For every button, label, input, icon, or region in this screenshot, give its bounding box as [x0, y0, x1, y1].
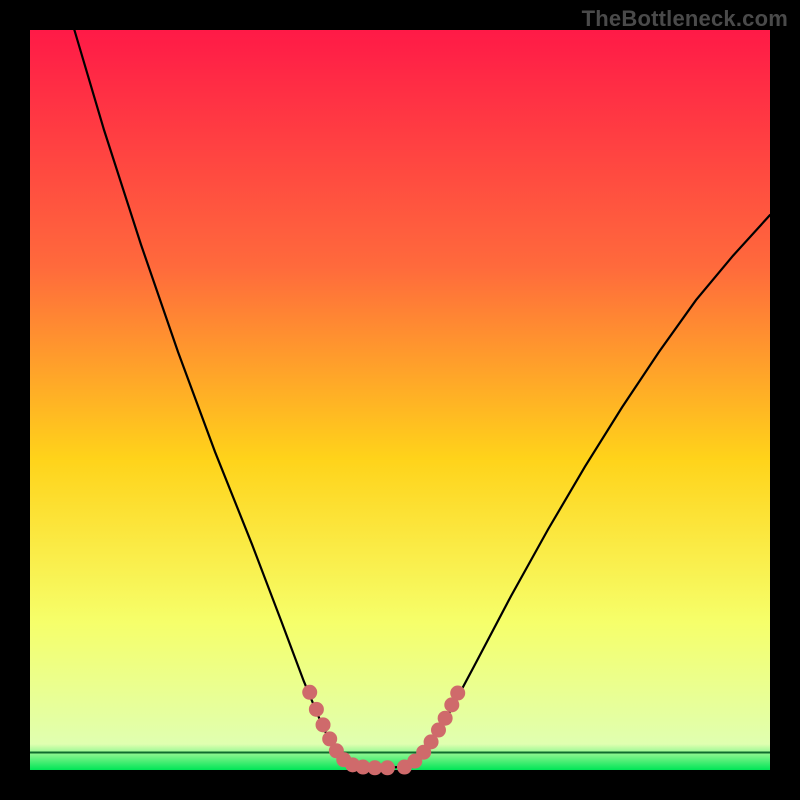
gradient-background	[30, 30, 770, 770]
curve-marker	[450, 686, 465, 701]
dark-green-line	[30, 752, 770, 754]
curve-marker	[316, 717, 331, 732]
chart-stage: TheBottleneck.com	[0, 0, 800, 800]
curve-marker	[380, 760, 395, 775]
curve-marker	[302, 685, 317, 700]
curve-marker	[309, 702, 324, 717]
bottleneck-curve-plot	[0, 0, 800, 800]
curve-marker	[438, 711, 453, 726]
